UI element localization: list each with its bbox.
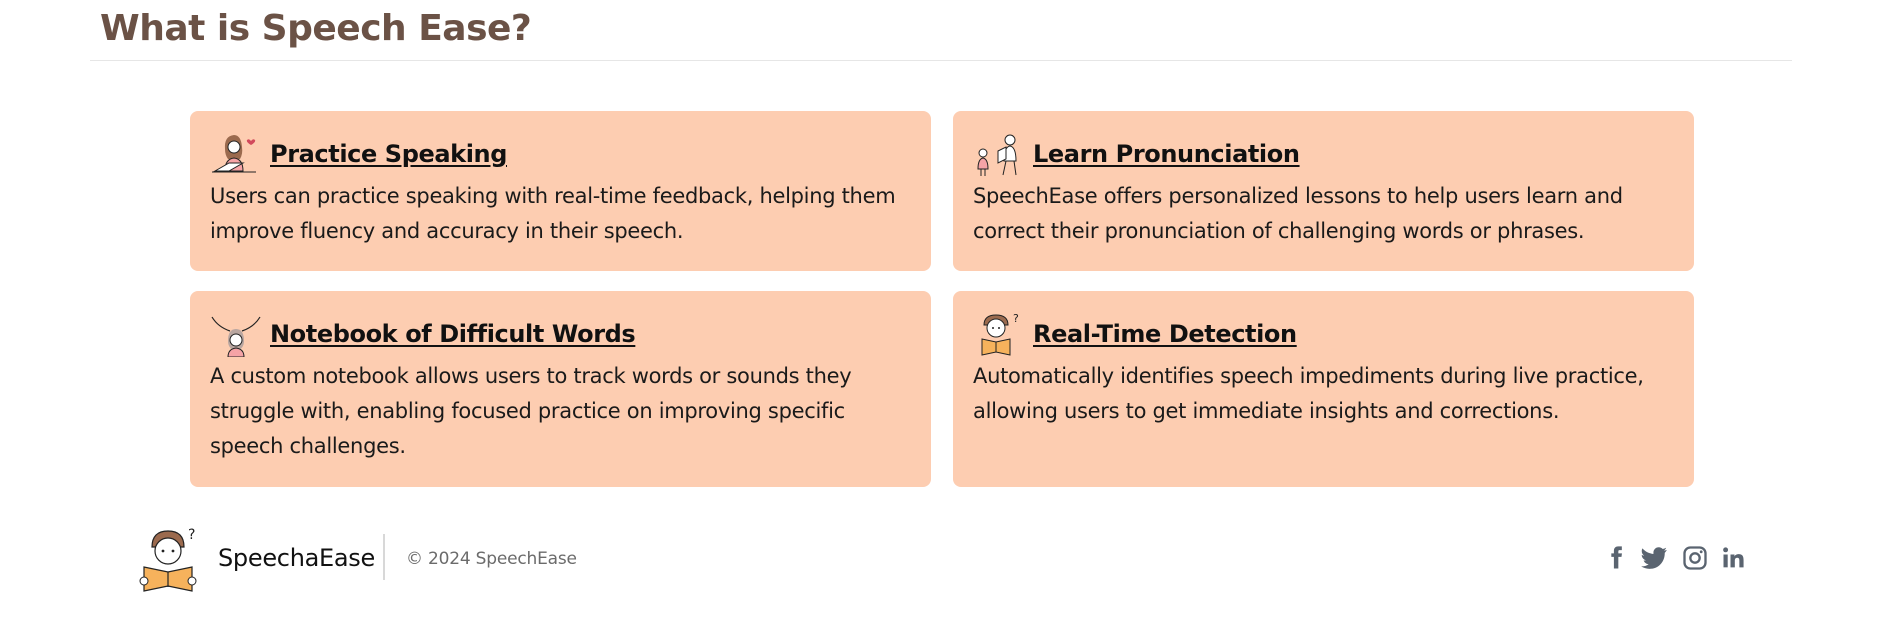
- feature-card-notebook: Notebook of Difficult Words A custom not…: [190, 291, 931, 487]
- feature-card-practice-speaking: Practice Speaking Users can practice spe…: [190, 111, 931, 271]
- feature-card-learn-pronunciation: Learn Pronunciation SpeechEase offers pe…: [953, 111, 1694, 271]
- linkedin-icon[interactable]: [1720, 544, 1748, 572]
- teacher-student-icon: [973, 131, 1025, 177]
- reading-boy-icon: ?: [973, 311, 1025, 357]
- feature-description: SpeechEase offers personalized lessons t…: [973, 184, 1623, 243]
- twitter-icon[interactable]: [1640, 544, 1668, 572]
- svg-text:?: ?: [1013, 312, 1019, 325]
- facebook-icon[interactable]: [1602, 544, 1630, 572]
- svg-text:?: ?: [188, 527, 195, 543]
- girl-laptop-icon: [210, 131, 262, 177]
- instagram-icon[interactable]: [1681, 544, 1709, 572]
- thinking-girl-icon: [210, 311, 262, 357]
- feature-description: A custom notebook allows users to track …: [210, 364, 852, 458]
- footer-divider: [383, 534, 385, 580]
- page-title: What is Speech Ease?: [100, 8, 532, 49]
- title-divider: [90, 60, 1792, 61]
- copyright-text: © 2024 SpeechEase: [406, 549, 577, 569]
- footer: ? SpeechaEase © 2024 SpeechEase: [0, 520, 1879, 596]
- feature-description: Automatically identifies speech impedime…: [973, 364, 1644, 423]
- feature-title[interactable]: Notebook of Difficult Words: [270, 320, 636, 348]
- footer-brand[interactable]: SpeechaEase: [218, 544, 375, 572]
- feature-title[interactable]: Practice Speaking: [270, 140, 507, 168]
- feature-card-real-time-detection: ? Real-Time Detection Automatically iden…: [953, 291, 1694, 487]
- feature-title[interactable]: Learn Pronunciation: [1033, 140, 1300, 168]
- reading-boy-logo-icon[interactable]: ?: [138, 525, 200, 595]
- feature-title[interactable]: Real-Time Detection: [1033, 320, 1297, 348]
- feature-description: Users can practice speaking with real-ti…: [210, 184, 896, 243]
